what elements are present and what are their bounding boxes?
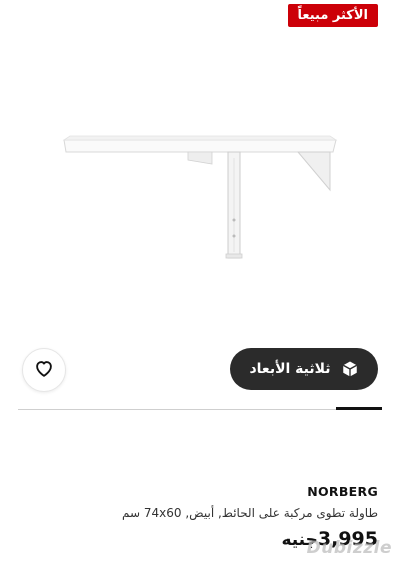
favorite-button[interactable] [22,348,66,392]
heart-icon [33,357,55,383]
product-image[interactable] [0,40,400,330]
view-3d-button[interactable]: ثلاثية الأبعاد [230,348,378,390]
product-brand[interactable]: NORBERG [307,484,378,499]
dubizzle-watermark: Dubizzle [306,538,392,558]
product-description: طاولة تطوى مركبة على الحائط, أبيض, 74x60… [122,506,378,520]
view-3d-label: ثلاثية الأبعاد [249,361,331,377]
gallery-progress-track [18,409,382,410]
cube-3d-icon [341,360,359,378]
wall-table-illustration [62,135,338,259]
best-seller-badge: الأكثر مبيعاً [287,4,378,27]
gallery-progress-indicator [336,407,382,410]
